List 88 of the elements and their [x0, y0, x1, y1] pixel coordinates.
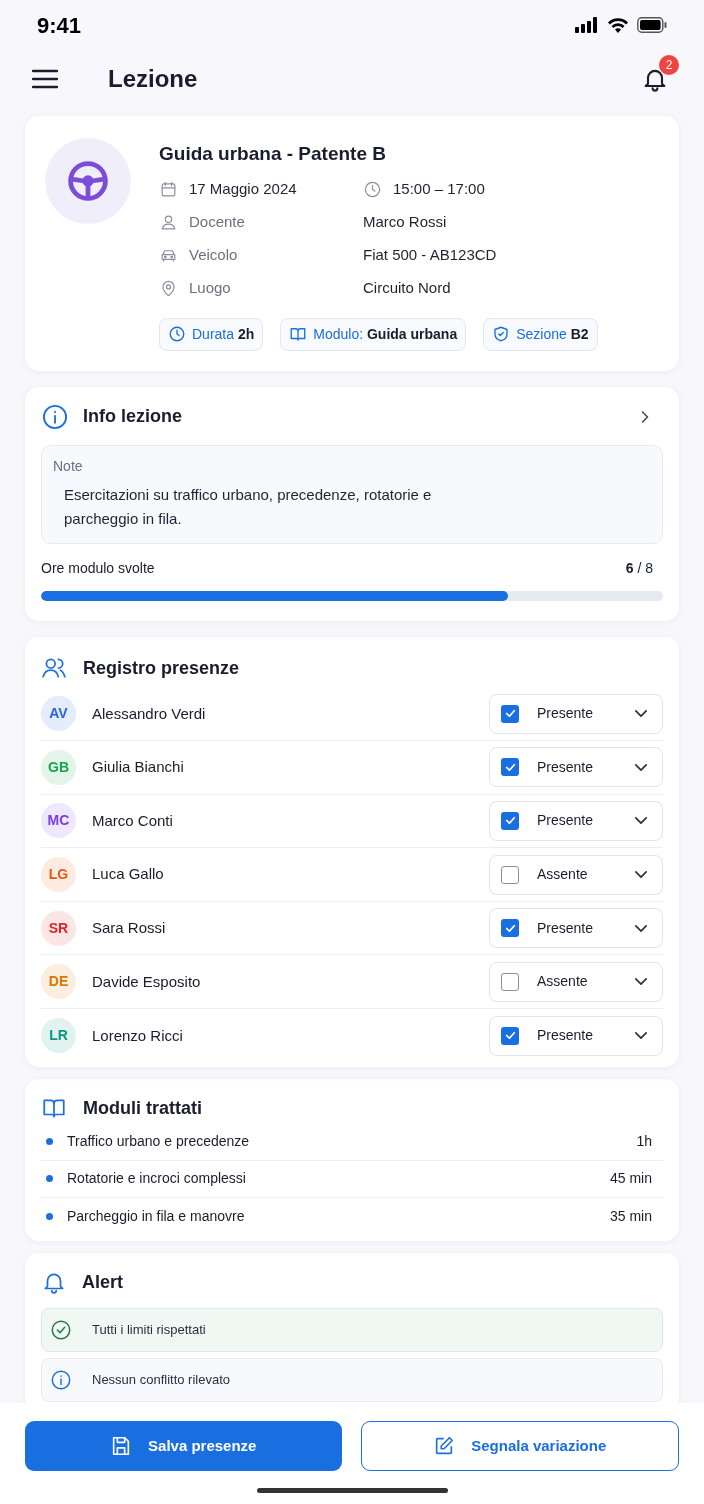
edit-icon [433, 1435, 456, 1457]
calendar-icon [159, 180, 178, 199]
initials-avatar: DE [41, 964, 76, 1000]
chevron-down-icon [635, 817, 647, 825]
initials-avatar: MC [41, 803, 76, 839]
checkbox[interactable] [501, 1026, 519, 1045]
initials-avatar: AV [41, 696, 76, 732]
section-title: Info lezione [83, 405, 182, 428]
info-icon [41, 402, 69, 431]
map-pin-icon [159, 279, 178, 298]
initials-avatar: LG [41, 857, 76, 893]
chevron-down-icon [635, 978, 647, 986]
clock-icon [363, 180, 382, 199]
detail-value: 17 Maggio 2024 [189, 179, 297, 200]
module-name: Rotatorie e incroci complessi [67, 1169, 246, 1189]
detail-value: Fiat 500 - AB123CD [363, 245, 497, 266]
lesson-title: Guida urbana - Patente B [159, 142, 387, 166]
battery-icon [637, 17, 667, 33]
note-text: Esercitazioni su traffico urbano, precedenze, rotatorie e parcheggio in fila. [64, 484, 433, 529]
book-icon [289, 325, 308, 343]
module-duration: 35 min [609, 1206, 652, 1226]
attendance-dropdown[interactable]: Presente [489, 908, 663, 949]
attendance-dropdown[interactable]: Presente [489, 1015, 663, 1056]
chevron-down-icon [635, 763, 647, 771]
checkbox[interactable] [501, 758, 519, 777]
attendance-dropdown[interactable]: Presente [489, 801, 663, 841]
save-button[interactable]: Salva presenze [25, 1421, 342, 1471]
steering-wheel-icon [66, 159, 110, 203]
chip-text: Modulo: Guida urbana [313, 324, 458, 344]
attendance-dropdown[interactable]: Assente [489, 854, 663, 895]
chevron-down-icon [635, 1032, 647, 1040]
student-name: Alessandro Verdi [92, 703, 206, 724]
detail-label: Docente [189, 212, 245, 233]
report-button[interactable]: Segnala variazione [360, 1421, 679, 1471]
alert-text: Tutti i limiti rispettati [92, 1320, 206, 1339]
clock-icon [168, 325, 186, 343]
checkbox[interactable] [501, 704, 519, 723]
bullet-icon [46, 1175, 53, 1183]
checkbox[interactable] [501, 865, 519, 884]
detail-label: Veicolo [189, 245, 238, 266]
initials-avatar: LR [41, 1018, 76, 1054]
users-icon [41, 655, 67, 681]
check-circle-icon [50, 1318, 72, 1341]
menu-icon[interactable] [32, 69, 58, 89]
status-time: 9:41 [37, 11, 82, 40]
chevron-down-icon [635, 710, 647, 718]
checkbox[interactable] [501, 919, 519, 938]
section-title: Moduli trattati [83, 1096, 202, 1120]
checkbox[interactable] [501, 972, 519, 991]
shield-icon [492, 325, 511, 343]
checkbox[interactable] [501, 812, 519, 830]
section-title: Alert [82, 1270, 123, 1294]
initials-avatar: SR [41, 910, 76, 946]
info-icon [50, 1368, 72, 1391]
chevron-down-icon [635, 924, 647, 932]
initials-avatar: GB [41, 749, 76, 785]
progress-count: 6 / 8 [625, 558, 653, 578]
module-duration: 45 min [609, 1169, 652, 1189]
detail-value: 15:00 – 17:00 [393, 179, 485, 200]
bullet-icon [46, 1138, 53, 1146]
progress-label: Ore modulo svolte [41, 558, 155, 578]
student-name: Lorenzo Ricci [92, 1025, 183, 1046]
module-name: Traffico urbano e precedenze [67, 1132, 250, 1152]
detail-value: Circuito Nord [363, 278, 451, 299]
section-title: Registro presenze [83, 656, 240, 680]
student-name: Sara Rossi [92, 917, 166, 938]
student-name: Marco Conti [92, 810, 173, 831]
chip-text: Sezione B2 [516, 324, 589, 344]
wifi-icon [607, 17, 629, 33]
page-title: Lezione [108, 64, 198, 94]
detail-label: Luogo [189, 278, 231, 299]
signal-icon [575, 17, 599, 33]
note-label: Note [53, 456, 84, 476]
notification-badge: 2 [659, 55, 679, 75]
module-duration: 1h [636, 1132, 652, 1152]
person-icon [159, 213, 178, 232]
detail-value: Marco Rossi [363, 212, 447, 233]
attendance-dropdown[interactable]: Presente [489, 747, 663, 788]
module-name: Parcheggio in fila e manovre [67, 1206, 245, 1226]
student-name: Luca Gallo [92, 864, 164, 885]
student-name: Davide Esposito [92, 971, 201, 992]
student-name: Giulia Bianchi [92, 757, 184, 778]
attendance-dropdown[interactable]: Assente [489, 961, 663, 1002]
attendance-dropdown[interactable]: Presente [489, 693, 663, 734]
bullet-icon [46, 1212, 53, 1220]
chip-text: Durata 2h [192, 324, 255, 344]
chevron-down-icon [635, 871, 647, 879]
alert-text: Nessun conflitto rilevato [92, 1370, 230, 1389]
